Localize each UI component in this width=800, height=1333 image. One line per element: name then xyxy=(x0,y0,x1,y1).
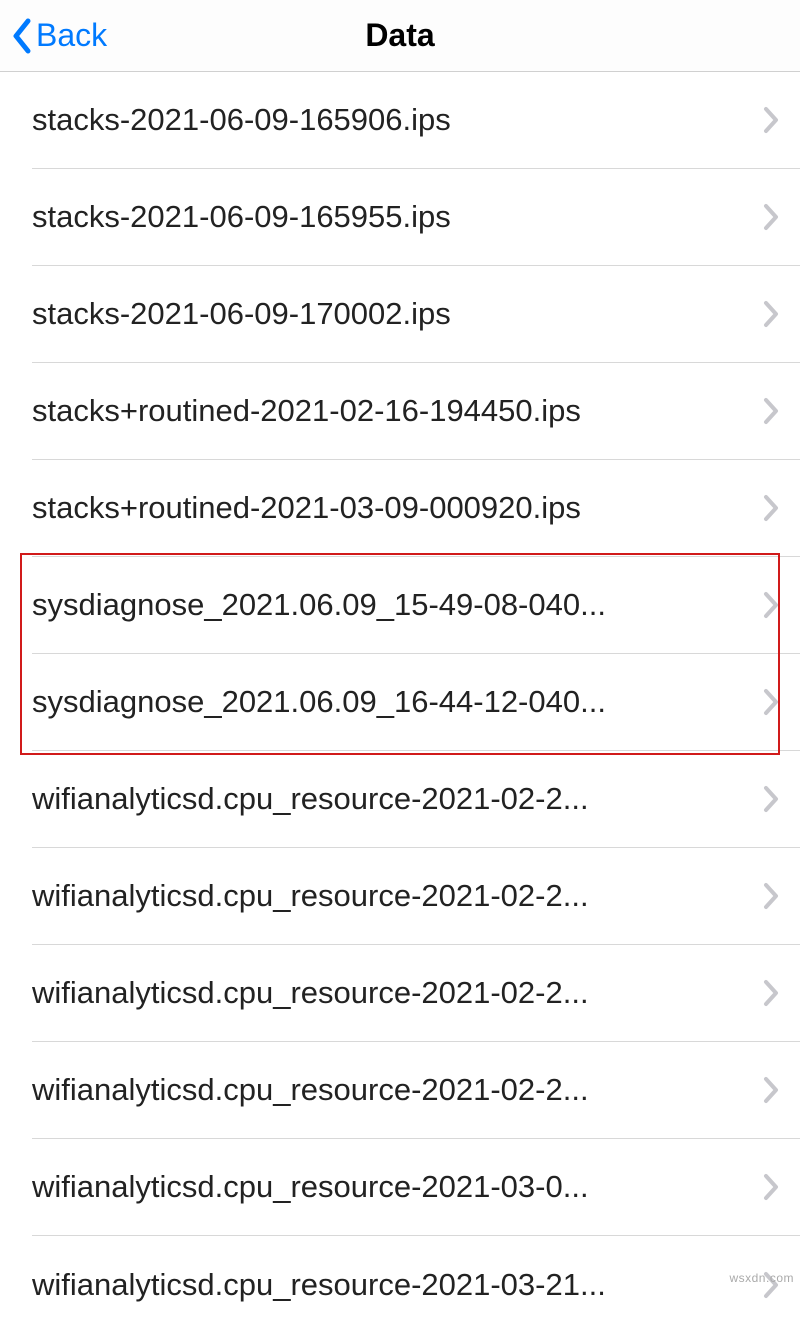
chevron-right-icon xyxy=(762,493,780,523)
chevron-right-icon xyxy=(762,202,780,232)
list-item-label: wifianalyticsd.cpu_resource-2021-03-21..… xyxy=(32,1267,762,1303)
list-item[interactable]: stacks-2021-06-09-165906.ips xyxy=(32,72,800,169)
list-item-label: stacks+routined-2021-02-16-194450.ips xyxy=(32,393,762,429)
list-item[interactable]: stacks-2021-06-09-165955.ips xyxy=(32,169,800,266)
chevron-right-icon xyxy=(762,687,780,717)
page-title: Data xyxy=(365,17,434,54)
chevron-right-icon xyxy=(762,1172,780,1202)
list-item-label: stacks-2021-06-09-165906.ips xyxy=(32,102,762,138)
list-item-label: stacks-2021-06-09-165955.ips xyxy=(32,199,762,235)
list-item[interactable]: sysdiagnose_2021.06.09_16-44-12-040... xyxy=(32,654,800,751)
file-list: stacks-2021-06-09-165906.ips stacks-2021-… xyxy=(0,72,800,1333)
list-item-label: wifianalyticsd.cpu_resource-2021-02-2... xyxy=(32,781,762,817)
list-item[interactable]: wifianalyticsd.cpu_resource-2021-03-0... xyxy=(32,1139,800,1236)
list-item[interactable]: stacks-2021-06-09-170002.ips xyxy=(32,266,800,363)
list-item[interactable]: wifianalyticsd.cpu_resource-2021-02-2... xyxy=(32,848,800,945)
list-item-label: stacks+routined-2021-03-09-000920.ips xyxy=(32,490,762,526)
list-item[interactable]: wifianalyticsd.cpu_resource-2021-02-2... xyxy=(32,945,800,1042)
list-item[interactable]: wifianalyticsd.cpu_resource-2021-03-21..… xyxy=(32,1236,800,1333)
list-item[interactable]: stacks+routined-2021-03-09-000920.ips xyxy=(32,460,800,557)
chevron-right-icon xyxy=(762,978,780,1008)
list-item-label: stacks-2021-06-09-170002.ips xyxy=(32,296,762,332)
back-label: Back xyxy=(36,17,107,54)
chevron-right-icon xyxy=(762,784,780,814)
list-item-label: sysdiagnose_2021.06.09_15-49-08-040... xyxy=(32,587,762,623)
list-container: stacks-2021-06-09-165906.ips stacks-2021-… xyxy=(0,72,800,1333)
chevron-right-icon xyxy=(762,105,780,135)
back-button[interactable]: Back xyxy=(10,17,107,55)
chevron-right-icon xyxy=(762,590,780,620)
list-item-label: wifianalyticsd.cpu_resource-2021-02-2... xyxy=(32,878,762,914)
list-item[interactable]: wifianalyticsd.cpu_resource-2021-02-2... xyxy=(32,1042,800,1139)
chevron-right-icon xyxy=(762,881,780,911)
list-item[interactable]: wifianalyticsd.cpu_resource-2021-02-2... xyxy=(32,751,800,848)
chevron-right-icon xyxy=(762,299,780,329)
list-item-label: wifianalyticsd.cpu_resource-2021-02-2... xyxy=(32,975,762,1011)
chevron-left-icon xyxy=(10,17,34,55)
list-item[interactable]: sysdiagnose_2021.06.09_15-49-08-040... xyxy=(32,557,800,654)
list-item-label: sysdiagnose_2021.06.09_16-44-12-040... xyxy=(32,684,762,720)
list-item[interactable]: stacks+routined-2021-02-16-194450.ips xyxy=(32,363,800,460)
list-item-label: wifianalyticsd.cpu_resource-2021-02-2... xyxy=(32,1072,762,1108)
nav-header: Back Data xyxy=(0,0,800,72)
chevron-right-icon xyxy=(762,1075,780,1105)
watermark: wsxdn.com xyxy=(729,1271,794,1285)
chevron-right-icon xyxy=(762,396,780,426)
list-item-label: wifianalyticsd.cpu_resource-2021-03-0... xyxy=(32,1169,762,1205)
